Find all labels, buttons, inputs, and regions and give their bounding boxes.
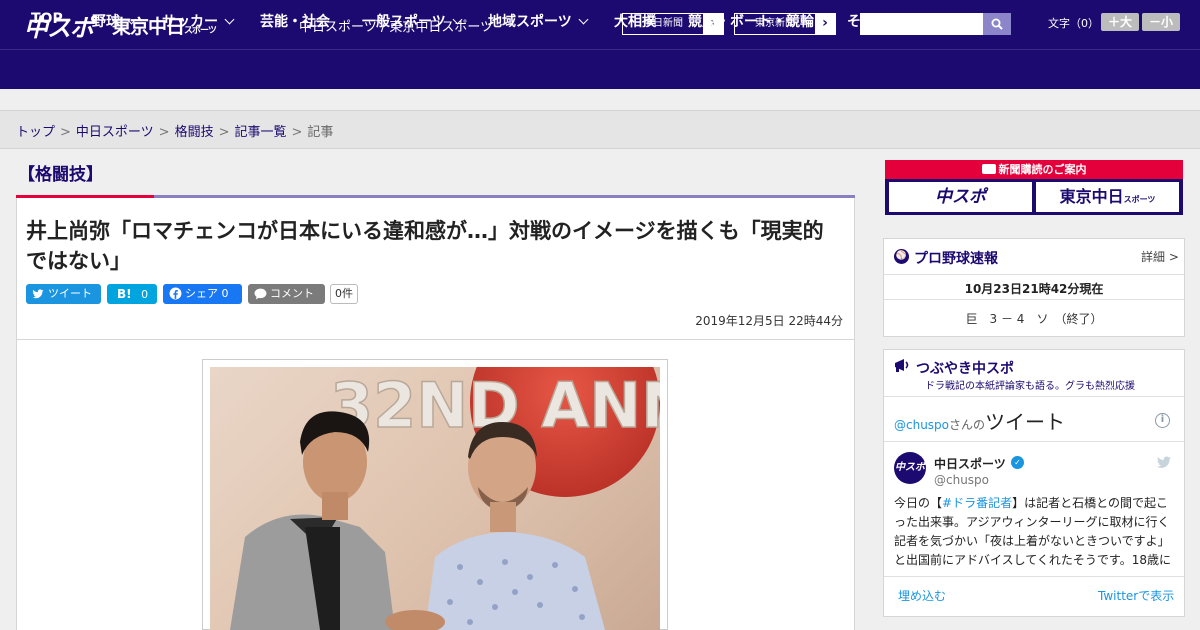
chevron-right-icon: › xyxy=(815,14,835,34)
article-headline: 井上尚弥「ロマチェンコが日本にいる違和感が…」対戦のイメージを描くも「現実的では… xyxy=(26,219,824,273)
comment-button[interactable]: コメント xyxy=(248,284,325,304)
hatena-count: 0 xyxy=(141,288,149,301)
nav-top[interactable]: TOP xyxy=(31,11,63,27)
subscribe-tokyo-logo-sub: スポーツ xyxy=(1123,195,1156,204)
nav-label: 大相撲 xyxy=(614,14,656,30)
divider xyxy=(884,396,1184,397)
speech-bubble-icon xyxy=(254,284,267,304)
twitter-bird-icon xyxy=(32,284,44,304)
publish-date: 2019年12月5日 22時44分 xyxy=(695,314,843,328)
breadcrumb-separator: > xyxy=(158,125,170,140)
tweets-handle-link[interactable]: @chuspo xyxy=(894,418,949,432)
nav-baseball[interactable]: 野球 xyxy=(92,11,137,31)
tweet-hashtag-link[interactable]: #ドラ番記者 xyxy=(942,496,1012,510)
tweet-text: 今日の【#ドラ番記者】は記者と石橋との間で起こった出来事。アジアウィンターリーグ… xyxy=(894,494,1176,570)
divider xyxy=(884,441,1184,442)
nav-label: 地域スポーツ xyxy=(488,14,572,30)
subscribe-tokyo-chunichi-logo[interactable]: 東京中日スポーツ xyxy=(1036,182,1179,212)
nav-sumo[interactable]: 大相撲 xyxy=(614,11,656,31)
font-larger-button[interactable]: ＋大 xyxy=(1101,13,1139,31)
subscribe-tokyo-logo-text: 東京中日 xyxy=(1059,187,1124,206)
view-on-twitter-link[interactable]: Twitterで表示 xyxy=(1098,587,1174,604)
divider xyxy=(884,299,1184,300)
baseball-detail-link[interactable]: 詳細 > xyxy=(1141,248,1179,265)
twitter-widget-subtitle: ドラ戦記の本紙評論家も語る。グラも熱烈応援 xyxy=(925,381,1135,392)
facebook-share-label: シェア 0 xyxy=(185,287,229,300)
baseball-score-row[interactable]: 巨 3 － 4 ソ （終了） xyxy=(884,310,1184,327)
comment-count: 0件 xyxy=(330,284,358,304)
baseball-icon: ⚾ xyxy=(894,249,909,264)
breadcrumb: トップ > 中日スポーツ > 格闘技 > 記事一覧 > 記事 xyxy=(16,121,333,140)
twitter-bird-icon[interactable] xyxy=(1156,455,1172,474)
tweet-account-handle[interactable]: @chuspo xyxy=(934,473,989,487)
chevron-down-icon xyxy=(578,14,589,25)
breadcrumb-separator: > xyxy=(291,125,303,140)
subscription-title: 新聞購読のご案内 xyxy=(885,160,1183,179)
facebook-icon xyxy=(169,284,182,304)
baseball-timestamp: 10月23日21時42分現在 xyxy=(964,282,1104,296)
subscribe-chuspo-logo[interactable]: 中スポ xyxy=(889,182,1032,212)
nav-other[interactable]: その他 xyxy=(847,11,906,31)
search-icon xyxy=(991,18,1003,30)
verified-badge-icon: ✓ xyxy=(1011,456,1024,469)
nav-general-sports[interactable]: 一般スポーツ xyxy=(362,11,463,31)
nav-soccer[interactable]: サッカー xyxy=(162,11,235,31)
boxers-photo-illustration: 32ND ANNUAL CONVENTION xyxy=(230,367,660,630)
facebook-share-button[interactable]: シェア 0 xyxy=(163,284,242,304)
tweets-by-header: @chuspoさんのツイート xyxy=(894,406,1065,435)
tweet-button[interactable]: ツイート xyxy=(26,284,101,304)
chevron-down-icon xyxy=(126,14,137,25)
subscription-title-text: 新聞購読のご案内 xyxy=(998,163,1087,176)
breadcrumb-combat-sports[interactable]: 格闘技 xyxy=(175,125,214,140)
nav-label: 競馬・ボート・競輪 xyxy=(688,14,814,30)
nav-entertainment[interactable]: 芸能・社会 xyxy=(260,11,330,31)
tweet-text-before: 今日の【 xyxy=(894,496,943,510)
breadcrumb-current: 記事 xyxy=(307,125,334,140)
comment-label: コメント xyxy=(270,287,314,300)
info-icon[interactable]: i xyxy=(1155,413,1170,428)
search-button[interactable] xyxy=(983,13,1011,35)
tweet-account-name[interactable]: 中日スポーツ xyxy=(934,455,1006,472)
newspaper-icon xyxy=(981,164,996,174)
chevron-down-icon xyxy=(895,14,906,25)
chevron-down-icon xyxy=(452,14,463,25)
font-smaller-button[interactable]: －小 xyxy=(1142,13,1180,31)
chevron-down-icon xyxy=(224,14,235,25)
breadcrumb-chunichi-sports[interactable]: 中日スポーツ xyxy=(76,125,154,140)
article-photo[interactable]: 32ND ANNUAL CONVENTION xyxy=(210,367,660,630)
divider xyxy=(884,274,1184,275)
baseball-widget-title: プロ野球速報 xyxy=(914,251,998,267)
megaphone-icon xyxy=(893,357,911,377)
font-size-label: 文字（0） xyxy=(1048,17,1099,30)
divider xyxy=(884,576,1184,577)
breadcrumb-article-list[interactable]: 記事一覧 xyxy=(235,125,287,140)
chuspo-avatar[interactable]: 中スポ xyxy=(894,452,926,484)
nav-label: 芸能・社会 xyxy=(260,14,330,30)
nav-label: 野球 xyxy=(92,14,120,30)
main-nav xyxy=(0,49,1200,89)
breadcrumb-separator: > xyxy=(218,125,230,140)
tweets-handle-suffix: さんの xyxy=(949,418,986,432)
nav-label: その他 xyxy=(847,14,889,30)
nav-local-sports[interactable]: 地域スポーツ xyxy=(488,11,589,31)
nav-racing[interactable]: 競馬・ボート・競輪 xyxy=(688,11,814,31)
hatena-b-icon: B! xyxy=(117,287,132,301)
twitter-widget-title: つぶやき中スポ xyxy=(916,361,1014,377)
nav-label: サッカー xyxy=(162,14,218,30)
tweets-word: ツイート xyxy=(985,410,1066,434)
nav-label: 一般スポーツ xyxy=(362,14,446,30)
embed-link[interactable]: 埋め込む xyxy=(898,587,946,604)
breadcrumb-separator: > xyxy=(60,125,71,140)
tweet-label: ツイート xyxy=(48,287,92,300)
category-label: 【格闘技】 xyxy=(18,165,103,185)
breadcrumb-top[interactable]: トップ xyxy=(16,125,55,140)
hatena-bookmark-button[interactable]: B! 0 xyxy=(107,284,157,304)
nav-label: TOP xyxy=(31,11,63,27)
